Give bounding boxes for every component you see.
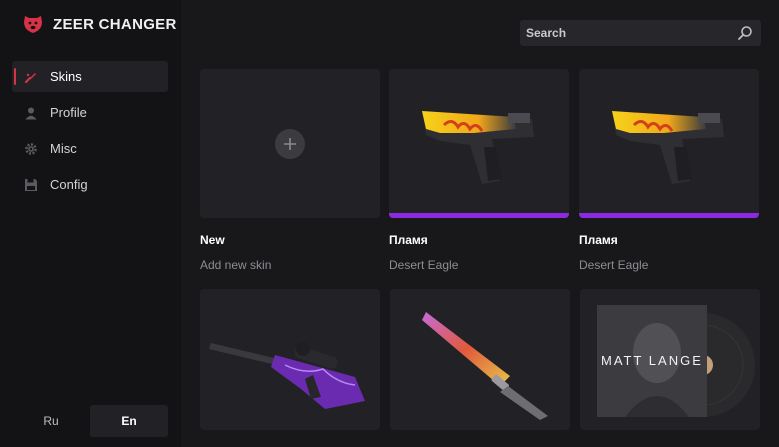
- skin-card-name: Пламя: [579, 233, 618, 247]
- skin-card-image: [579, 69, 759, 218]
- rarity-bar: [579, 213, 759, 218]
- user-icon: [23, 105, 39, 121]
- skin-card-image: [200, 289, 380, 430]
- skin-card-image: [390, 289, 570, 430]
- skin-card[interactable]: Пламя Desert Eagle: [579, 69, 759, 272]
- awp-rifle-image: [205, 305, 375, 415]
- app-title: ZEER CHANGER: [53, 15, 177, 33]
- search-input[interactable]: [526, 26, 737, 40]
- sidebar-item-misc[interactable]: Misc: [12, 133, 168, 164]
- music-kit-image: MATT LANGE: [585, 295, 755, 425]
- skin-card-name: Пламя: [389, 233, 428, 247]
- skin-card[interactable]: Пламя Desert Eagle: [389, 69, 569, 272]
- app-logo: ZEER CHANGER: [22, 13, 177, 35]
- skin-card-name: New: [200, 233, 225, 247]
- sidebar-item-label: Skins: [50, 69, 82, 84]
- sidebar-item-label: Config: [50, 177, 88, 192]
- desert-eagle-image: [404, 89, 554, 199]
- desert-eagle-image: [594, 89, 744, 199]
- skin-card[interactable]: [390, 289, 570, 430]
- search-icon[interactable]: [737, 25, 753, 41]
- skin-card-subtitle: Desert Eagle: [389, 258, 459, 272]
- save-icon: [23, 177, 39, 193]
- sidebar: ZEER CHANGER Skins Profile Misc Config R…: [0, 0, 181, 447]
- plus-icon[interactable]: [275, 128, 305, 159]
- skin-card-subtitle: Add new skin: [200, 258, 272, 272]
- sidebar-item-config[interactable]: Config: [12, 169, 168, 200]
- language-ru-button[interactable]: Ru: [12, 405, 90, 437]
- search-bar: [520, 20, 761, 46]
- bear-logo-icon: [22, 13, 44, 35]
- sidebar-nav: Skins Profile Misc Config: [12, 61, 168, 205]
- sidebar-item-label: Misc: [50, 141, 77, 156]
- sidebar-item-profile[interactable]: Profile: [12, 97, 168, 128]
- bayonet-knife-image: [400, 300, 560, 420]
- skin-card[interactable]: [200, 289, 380, 430]
- skin-card-image: MATT LANGE: [580, 289, 760, 430]
- brush-icon: [23, 69, 39, 85]
- skin-card[interactable]: MATT LANGE: [580, 289, 760, 430]
- language-switcher: Ru En: [12, 405, 168, 437]
- skin-card-image: [389, 69, 569, 218]
- music-kit-artist-text: MATT LANGE: [601, 352, 703, 368]
- language-en-button[interactable]: En: [90, 405, 168, 437]
- gear-icon: [23, 141, 39, 157]
- skin-card-image: [200, 69, 380, 218]
- skin-card-new[interactable]: New Add new skin: [200, 69, 380, 272]
- sidebar-item-label: Profile: [50, 105, 87, 120]
- sidebar-item-skins[interactable]: Skins: [12, 61, 168, 92]
- skin-card-subtitle: Desert Eagle: [579, 258, 649, 272]
- rarity-bar: [389, 213, 569, 218]
